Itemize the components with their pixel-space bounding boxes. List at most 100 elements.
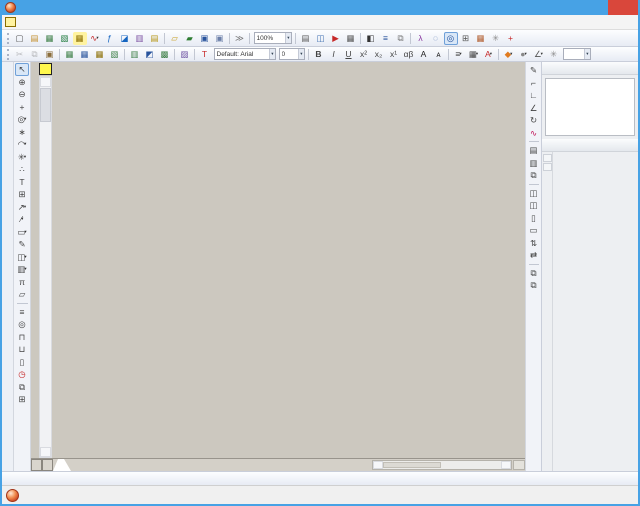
style-brush-icon[interactable]: ✳ bbox=[547, 48, 561, 61]
tile-vertically-icon[interactable]: ▥ bbox=[527, 157, 541, 170]
date-time-stamp-icon[interactable]: ◷ bbox=[15, 368, 29, 381]
system-settings-icon[interactable]: ✳ bbox=[489, 32, 503, 45]
print-icon[interactable]: ▤ bbox=[299, 32, 313, 45]
font-style-icon[interactable]: T bbox=[198, 48, 212, 61]
circle-tool-icon[interactable]: ◎ bbox=[15, 318, 29, 331]
paste-icon[interactable]: ▣ bbox=[43, 48, 57, 61]
arrow-tool-icon[interactable]: ↗▾ bbox=[15, 201, 29, 214]
bold-icon[interactable]: B bbox=[312, 48, 326, 61]
vertical-scroll-track[interactable] bbox=[40, 123, 51, 447]
minimize-button[interactable] bbox=[564, 0, 586, 15]
fitting-function-icon[interactable]: λ bbox=[414, 32, 428, 45]
new-layout-icon[interactable]: ▥ bbox=[133, 32, 147, 45]
zoom-pan-icon[interactable]: ◌ bbox=[429, 32, 443, 45]
superscript-icon[interactable]: x² bbox=[357, 48, 371, 61]
mask-points-icon[interactable]: ✳▾ bbox=[15, 151, 29, 164]
underline-icon[interactable]: U bbox=[342, 48, 356, 61]
apps-panel-header[interactable] bbox=[542, 139, 638, 152]
screen-reader-icon[interactable]: + bbox=[15, 101, 29, 114]
freehand-tool-icon[interactable]: ✎ bbox=[15, 238, 29, 251]
annotation-tool-icon[interactable]: ⊞ bbox=[15, 188, 29, 201]
scroll-down-button[interactable] bbox=[40, 447, 51, 457]
scroll-left-button[interactable] bbox=[373, 461, 383, 469]
sheet-tab-scroll-right[interactable] bbox=[42, 459, 53, 471]
subscript-icon[interactable]: x₂ bbox=[372, 48, 386, 61]
title-bar[interactable] bbox=[2, 0, 638, 15]
scroll-up-button[interactable] bbox=[40, 77, 51, 87]
insert-graph-icon[interactable]: ◫▾ bbox=[15, 251, 29, 264]
font-size-combo[interactable]: 0▾ bbox=[279, 48, 305, 60]
import-wizard-icon[interactable]: ≫ bbox=[233, 32, 247, 45]
extract-to-graphs-icon[interactable]: ◫ bbox=[527, 199, 541, 212]
zoom-selected-icon[interactable]: ◎ bbox=[444, 32, 458, 45]
plot-angle-icon[interactable]: ∠ bbox=[527, 102, 541, 115]
expand-matrix-icon[interactable]: ▩ bbox=[158, 48, 172, 61]
new-project-icon[interactable]: ▢ bbox=[13, 32, 27, 45]
image-mode-icon[interactable]: ▨ bbox=[178, 48, 192, 61]
pane-splitter[interactable] bbox=[513, 460, 525, 470]
italic-icon[interactable]: I bbox=[327, 48, 341, 61]
insert-chart-icon[interactable]: ▥▾ bbox=[15, 263, 29, 276]
insert-equation-icon[interactable]: π bbox=[15, 276, 29, 289]
horizontal-scrollbar[interactable] bbox=[372, 460, 512, 470]
set-matrix-values-icon[interactable]: ▦ bbox=[78, 48, 92, 61]
vertical-scroll-thumb[interactable] bbox=[40, 88, 51, 122]
border-color-icon[interactable]: ∠▾ bbox=[532, 48, 546, 61]
toolbar-grip[interactable] bbox=[7, 49, 9, 60]
line-tool-icon[interactable]: ∕▾ bbox=[15, 213, 29, 226]
sheet-tab-scroll-left[interactable] bbox=[31, 459, 42, 471]
mdi-document-icon[interactable] bbox=[5, 17, 16, 27]
add-row-icon[interactable]: ▭ bbox=[527, 224, 541, 237]
open-icon[interactable]: ▱ bbox=[168, 32, 182, 45]
draw-data-icon[interactable]: ∴ bbox=[15, 163, 29, 176]
swap-axes-icon[interactable]: ⇄ bbox=[527, 249, 541, 262]
duplicate-window-icon[interactable]: ⧉ bbox=[394, 32, 408, 45]
save-template-icon[interactable]: ▣ bbox=[213, 32, 227, 45]
set-matrix-dimensions-icon[interactable]: ▦ bbox=[63, 48, 77, 61]
horizontal-scroll-track[interactable] bbox=[441, 461, 501, 469]
data-selector-icon[interactable]: ∗ bbox=[15, 126, 29, 139]
extract-to-columns-icon[interactable]: ◫ bbox=[527, 187, 541, 200]
line-by-points-icon[interactable]: ≡ bbox=[15, 306, 29, 319]
duplicate-object-icon[interactable]: ⧉ bbox=[15, 381, 29, 394]
zoom-in-tool-icon[interactable]: ⊕ bbox=[15, 76, 29, 89]
align-text-icon[interactable]: ≡▾ bbox=[452, 48, 466, 61]
new-excel-workbook-icon[interactable]: ▧ bbox=[58, 32, 72, 45]
plot-segment-icon[interactable]: ⌐ bbox=[527, 77, 541, 90]
rescale-icon[interactable]: ↻ bbox=[527, 114, 541, 127]
theme-gallery-icon[interactable]: ◧ bbox=[364, 32, 378, 45]
horizontal-scroll-thumb[interactable] bbox=[383, 462, 441, 468]
new-sheet-icon[interactable]: ⊞ bbox=[15, 393, 29, 406]
object-manager-content[interactable] bbox=[545, 78, 635, 136]
new-graph-icon[interactable]: ∿▾ bbox=[88, 32, 102, 45]
text-tool-icon[interactable]: T bbox=[15, 176, 29, 189]
apps-tabs-scroll-down[interactable] bbox=[543, 163, 552, 171]
font-color-icon[interactable]: A▾ bbox=[482, 48, 496, 61]
bracket-tool-icon[interactable]: ⊔ bbox=[15, 343, 29, 356]
new-3d-graph-icon[interactable]: ◪ bbox=[118, 32, 132, 45]
insert-object-icon[interactable]: ▱ bbox=[15, 288, 29, 301]
new-matrix-icon[interactable]: ▦ bbox=[73, 32, 87, 45]
style-combo[interactable]: ▾ bbox=[563, 48, 591, 60]
merge-cells-icon[interactable]: ▦▾ bbox=[467, 48, 481, 61]
transpose-matrix-icon[interactable]: ▧ bbox=[108, 48, 122, 61]
pointer-tool-icon[interactable]: ↖ bbox=[15, 63, 29, 76]
film-strip-icon[interactable]: ▦ bbox=[344, 32, 358, 45]
maximize-button[interactable] bbox=[586, 0, 608, 15]
sheet-tab-msheet1[interactable] bbox=[53, 459, 71, 471]
vertical-scrollbar[interactable] bbox=[39, 76, 52, 458]
zoom-combo[interactable]: 100%▾ bbox=[254, 32, 292, 44]
highlight-color-icon[interactable]: ●▾ bbox=[517, 48, 531, 61]
scroll-right-button[interactable] bbox=[501, 461, 511, 469]
rotate-matrix-icon[interactable]: ◩ bbox=[143, 48, 157, 61]
new-folder-icon[interactable]: ▤ bbox=[28, 32, 42, 45]
digitizer-icon[interactable]: ◫ bbox=[314, 32, 328, 45]
arrange-windows-icon[interactable]: ⧉ bbox=[527, 279, 541, 292]
panel-tool-icon[interactable]: ⊓ bbox=[15, 331, 29, 344]
new-workbook-icon[interactable]: ▦ bbox=[43, 32, 57, 45]
flip-matrix-icon[interactable]: ▥ bbox=[128, 48, 142, 61]
plot-corner-icon[interactable]: ∟ bbox=[527, 89, 541, 102]
zoom-out-tool-icon[interactable]: ⊖ bbox=[15, 88, 29, 101]
cascade-windows-icon[interactable]: ⧉ bbox=[527, 169, 541, 182]
font-combo[interactable]: Default: Arial▾ bbox=[214, 48, 276, 60]
